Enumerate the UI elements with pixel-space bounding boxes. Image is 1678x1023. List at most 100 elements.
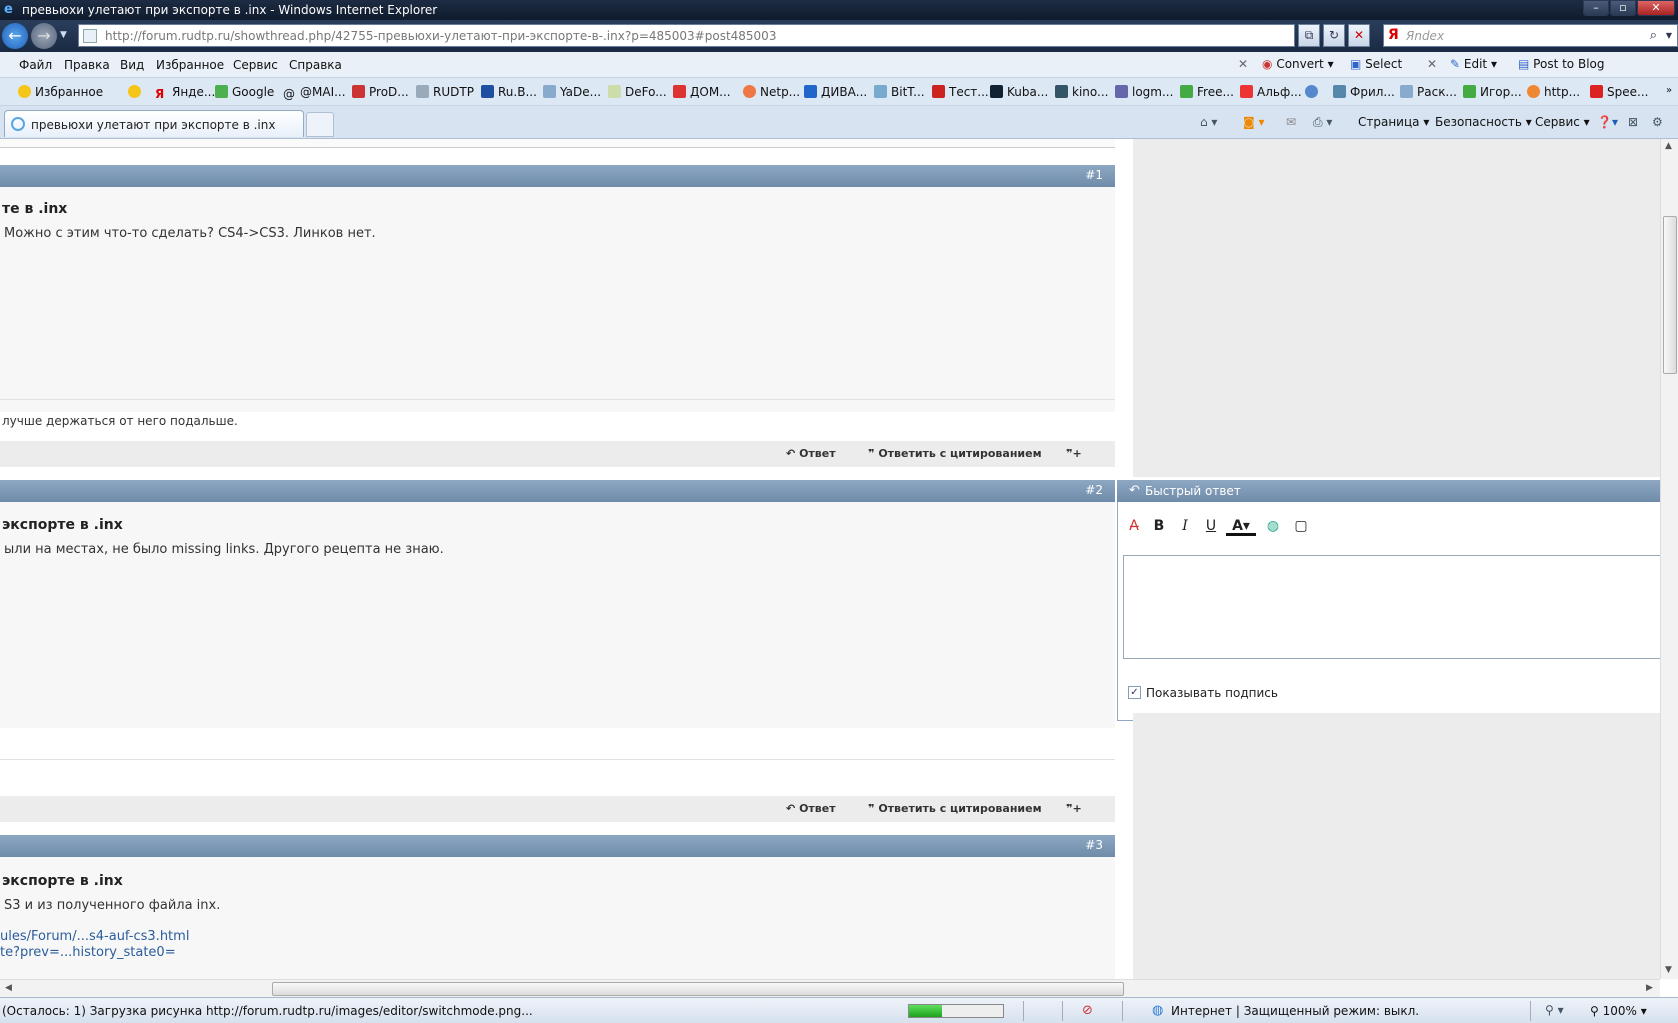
fav-item[interactable]: ДОМ... — [673, 85, 731, 99]
tab-title[interactable]: превьюхи улетают при экспорте в .inx — [31, 118, 275, 132]
menu-help[interactable]: Справка — [289, 58, 342, 72]
reply-quote-button[interactable]: ❞ Ответить с цитированием — [868, 802, 1042, 815]
favorites-button[interactable]: Избранное — [18, 85, 103, 99]
menu-edit[interactable]: Правка — [64, 58, 110, 72]
fav-item[interactable]: DeFo... — [608, 85, 667, 99]
fav-item[interactable]: RUDTP — [416, 85, 474, 99]
home-icon[interactable]: ⌂ ▾ — [1200, 115, 1217, 129]
forward-button[interactable]: → — [31, 23, 57, 49]
scroll-down-icon[interactable]: ▼ — [1665, 965, 1672, 975]
post-number[interactable]: #3 — [1085, 838, 1103, 852]
add-favorite-icon[interactable] — [128, 85, 145, 99]
reply-button[interactable]: ↶ Ответ — [786, 802, 836, 815]
minimize-button[interactable]: – — [1583, 0, 1609, 16]
fav-item[interactable]: Альф... — [1240, 85, 1302, 99]
address-url[interactable]: http://forum.rudtp.ru/showthread.php/427… — [105, 29, 776, 43]
show-signature-checkbox[interactable]: ✓ — [1128, 686, 1141, 699]
mail-icon[interactable]: ✉ — [1286, 115, 1296, 129]
fav-item[interactable]: Тест... — [932, 85, 989, 99]
fav-item[interactable]: Spee... — [1590, 85, 1648, 99]
horizontal-scrollbar[interactable]: ◀ ▶ — [0, 979, 1660, 997]
protected-mode-icon[interactable]: ⚲ ▾ — [1545, 1003, 1564, 1017]
convert-button[interactable]: ◉ Convert ▾ — [1262, 57, 1334, 71]
fav-item[interactable]: Фрил... — [1333, 85, 1395, 99]
print-icon[interactable]: ⎙ ▾ — [1313, 115, 1332, 130]
extras-icon[interactable]: ⚙ — [1652, 115, 1663, 129]
zoom-level[interactable]: ⚲ 100% ▾ — [1590, 1004, 1647, 1018]
search-placeholder[interactable]: Яndex — [1406, 29, 1444, 43]
post-to-blog-button[interactable]: ▤ Post to Blog — [1518, 57, 1604, 71]
search-dropdown-icon[interactable]: ▼ — [1666, 31, 1672, 40]
fav-item[interactable]: Google — [215, 85, 274, 99]
tab-active[interactable]: превьюхи улетают при экспорте в .inx — [4, 110, 304, 137]
italic-icon[interactable]: I — [1174, 516, 1196, 536]
page-menu[interactable]: Страница ▾ — [1358, 115, 1429, 129]
fav-item[interactable]: Kuba... — [990, 85, 1048, 99]
address-bar[interactable]: http://forum.rudtp.ru/showthread.php/427… — [78, 24, 1295, 47]
menu-tools[interactable]: Сервис — [233, 58, 278, 72]
multiquote-icon[interactable]: ❞+ — [1066, 802, 1082, 815]
fav-item[interactable]: @ @MAI... — [283, 85, 346, 101]
scroll-left-icon[interactable]: ◀ — [5, 983, 12, 993]
tools-menu[interactable]: Сервис ▾ — [1535, 115, 1590, 129]
fav-item[interactable]: http... — [1527, 85, 1580, 99]
back-button[interactable]: ← — [2, 23, 28, 49]
post-number[interactable]: #2 — [1085, 483, 1103, 497]
fav-item[interactable]: logm... — [1115, 85, 1173, 99]
stop-button[interactable]: ✕ — [1348, 24, 1370, 47]
fav-item[interactable]: Netp... — [743, 85, 800, 99]
scroll-thumb[interactable] — [272, 982, 1124, 996]
fav-item[interactable]: Игор... — [1463, 85, 1522, 99]
fav-item[interactable]: ProD... — [352, 85, 409, 99]
maximize-button[interactable]: ▫ — [1610, 0, 1636, 16]
popup-blocker-icon[interactable]: ⊘ — [1082, 1003, 1093, 1018]
scroll-up-icon[interactable]: ▲ — [1665, 141, 1672, 151]
new-tab-button[interactable] — [306, 112, 334, 137]
help-icon[interactable]: ❓▾ — [1597, 115, 1618, 129]
more-favorites-icon[interactable]: » — [1666, 85, 1672, 96]
link-icon[interactable]: ◍ — [1262, 516, 1284, 536]
fav-item[interactable]: Free... — [1180, 85, 1234, 99]
refresh-button[interactable]: ↻ — [1323, 24, 1345, 47]
search-icon[interactable]: ⌕ — [1650, 28, 1657, 43]
fav-item[interactable]: Ru.B... — [481, 85, 537, 99]
bold-icon[interactable]: B — [1148, 516, 1170, 536]
quote-icon[interactable]: ▢ — [1290, 516, 1312, 536]
feeds-icon[interactable]: ◙ ▾ — [1243, 115, 1264, 129]
fav-item[interactable]: ДИВА... — [804, 85, 867, 99]
underline-icon[interactable]: U — [1200, 516, 1222, 536]
compat-view-button[interactable]: ⧉ — [1298, 24, 1320, 47]
quick-reply-textarea[interactable] — [1123, 555, 1660, 659]
font-color-icon[interactable]: A▾ — [1226, 516, 1256, 536]
status-bar: (Осталось: 1) Загрузка рисунка http://fo… — [0, 997, 1678, 1023]
remove-format-icon[interactable]: A̶ — [1123, 516, 1145, 536]
multiquote-icon[interactable]: ❞+ — [1066, 447, 1082, 460]
security-zone[interactable]: Интернет | Защищенный режим: выкл. — [1171, 1004, 1419, 1018]
menu-file[interactable]: Файл — [19, 58, 52, 72]
vertical-scrollbar[interactable]: ▲ ▼ — [1660, 139, 1678, 979]
fav-item[interactable]: Раск... — [1400, 85, 1457, 99]
fav-item[interactable]: YaDe... — [543, 85, 601, 99]
security-menu[interactable]: Безопасность ▾ — [1435, 115, 1532, 129]
post-link[interactable]: ules/Forum/...s4-auf-cs3.html — [0, 929, 189, 944]
edit-button[interactable]: ✎ Edit ▾ — [1450, 57, 1497, 71]
post-link[interactable]: te?prev=...history_state0= — [0, 945, 176, 960]
menu-favorites[interactable]: Избранное — [156, 58, 224, 72]
history-dropdown-icon[interactable]: ▼ — [60, 30, 67, 40]
scroll-thumb[interactable] — [1663, 216, 1677, 374]
reply-button[interactable]: ↶ Ответ — [786, 447, 836, 460]
search-box[interactable]: Я Яndex ⌕ ▼ — [1383, 24, 1678, 47]
research-icon[interactable]: ⊠ — [1628, 115, 1638, 129]
toolbar2-close-icon[interactable]: ✕ — [1427, 57, 1437, 71]
close-button[interactable]: ✕ — [1637, 0, 1675, 16]
fav-item[interactable]: BitT... — [874, 85, 925, 99]
fav-item[interactable]: kino... — [1055, 85, 1108, 99]
fav-item[interactable] — [1305, 85, 1322, 99]
select-button[interactable]: ▣ Select — [1350, 57, 1402, 71]
fav-item[interactable]: Я Янде... — [155, 85, 215, 101]
scroll-right-icon[interactable]: ▶ — [1646, 983, 1653, 993]
menu-view[interactable]: Вид — [120, 58, 144, 72]
reply-quote-button[interactable]: ❞ Ответить с цитированием — [868, 447, 1042, 460]
post-number[interactable]: #1 — [1085, 168, 1103, 182]
toolbar-close-icon[interactable]: ✕ — [1238, 57, 1248, 71]
